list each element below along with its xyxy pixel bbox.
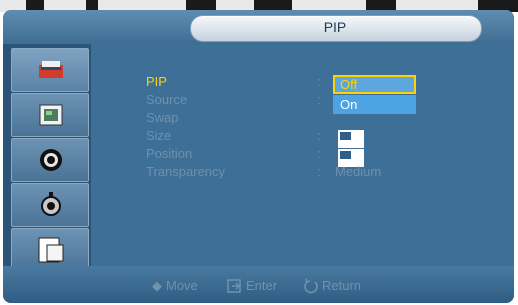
- menu-colon: :: [317, 146, 321, 161]
- menu-item-size[interactable]: Size: [146, 127, 171, 145]
- picture-icon: [39, 61, 63, 78]
- menu-colon: :: [317, 74, 321, 89]
- move-icon: ◆: [152, 278, 162, 293]
- help-move: Move: [166, 278, 198, 293]
- multi-window-icon: [38, 237, 64, 263]
- sidebar-item-sound[interactable]: [11, 93, 89, 137]
- sidebar-item-setup[interactable]: [11, 183, 89, 227]
- display-icon: [39, 104, 63, 126]
- menu-colon: :: [317, 164, 321, 179]
- setup-icon: [41, 192, 61, 216]
- menu-item-pip[interactable]: PIP: [146, 73, 167, 91]
- menu-colon: :: [317, 92, 321, 107]
- size-icon: [338, 130, 364, 148]
- menu-colon: :: [317, 128, 321, 143]
- sidebar-item-picture[interactable]: [11, 48, 89, 92]
- menu-item-position[interactable]: Position: [146, 145, 192, 163]
- help-return: Return: [322, 278, 362, 293]
- sidebar: [3, 44, 91, 303]
- content-panel: PIP : Source : Swap Size : Position : Tr…: [91, 44, 514, 266]
- menu-item-source[interactable]: Source: [146, 91, 187, 109]
- enter-icon: [227, 279, 241, 293]
- return-icon: [304, 278, 318, 294]
- sidebar-item-audio[interactable]: [11, 138, 89, 182]
- page-title: PIP: [323, 19, 347, 35]
- help-bar: ◆ Move Enter Return: [3, 266, 514, 303]
- dropdown-option-off[interactable]: Off: [333, 75, 416, 94]
- dropdown-option-on[interactable]: On: [333, 95, 416, 114]
- menu-item-swap[interactable]: Swap: [146, 109, 179, 127]
- transparency-value: Medium: [335, 164, 382, 179]
- help-enter: Enter: [246, 278, 278, 293]
- menu-item-transparency[interactable]: Transparency: [146, 163, 225, 181]
- sound-icon: [40, 149, 62, 171]
- osd-window: PIP PIP: Source: Swap Size: Position …: [3, 10, 514, 303]
